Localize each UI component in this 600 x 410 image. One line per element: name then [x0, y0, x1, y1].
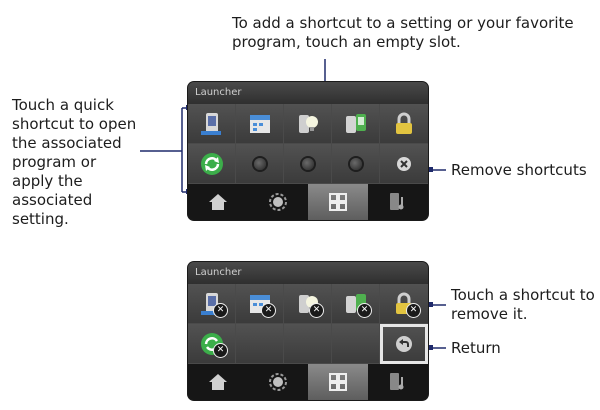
empty-slot-icon	[349, 157, 362, 170]
shortcut-lock[interactable]	[380, 104, 428, 144]
launcher-icon	[329, 373, 347, 391]
remove-badge-icon: ✕	[406, 303, 421, 318]
launcher-title: Launcher	[188, 82, 428, 104]
return-annotation: Return	[451, 339, 501, 357]
remove-badge-icon: ✕	[261, 303, 276, 318]
launcher-icon	[329, 193, 347, 211]
music-icon	[390, 373, 404, 390]
tab-launcher[interactable]	[308, 364, 368, 400]
removable-shortcut-bulb[interactable]: ✕	[284, 284, 332, 324]
remove-badge-icon: ✕	[357, 303, 372, 318]
empty-slot-icon	[253, 157, 266, 170]
bulb-icon	[298, 114, 318, 133]
tab-settings[interactable]	[248, 364, 308, 400]
music-icon	[390, 193, 404, 210]
home-icon	[209, 194, 227, 210]
shortcut-calendar[interactable]	[236, 104, 284, 144]
shortcut-sync[interactable]	[188, 144, 236, 184]
tab-music[interactable]	[368, 184, 428, 220]
tab-music[interactable]	[368, 364, 428, 400]
removable-shortcut-phone[interactable]: ✕	[188, 284, 236, 324]
launcher-title: Launcher	[188, 262, 428, 284]
touch-remove-annotation: Touch a shortcut to remove it.	[451, 286, 595, 323]
removable-shortcut-calendar[interactable]: ✕	[236, 284, 284, 324]
removable-shortcut-connection[interactable]: ✕	[332, 284, 380, 324]
lock-icon	[396, 112, 412, 134]
shortcut-phone[interactable]	[188, 104, 236, 144]
remove-badge-icon: ✕	[309, 303, 324, 318]
remove-shortcuts-annotation: Remove shortcuts	[451, 161, 587, 179]
settings-icon	[269, 193, 287, 211]
phone-icon	[200, 112, 221, 135]
empty-slot[interactable]	[236, 144, 284, 184]
remove-shortcuts-button[interactable]	[380, 144, 428, 184]
removable-shortcut-lock[interactable]: ✕	[380, 284, 428, 324]
remove-badge-icon: ✕	[213, 303, 228, 318]
blank-slot	[284, 324, 332, 364]
shortcut-bulb[interactable]	[284, 104, 332, 144]
empty-slot[interactable]	[332, 144, 380, 184]
shortcut-connection[interactable]	[332, 104, 380, 144]
settings-icon	[269, 373, 287, 391]
empty-slot[interactable]	[284, 144, 332, 184]
blank-slot	[236, 324, 284, 364]
blank-slot	[332, 324, 380, 364]
add-shortcut-annotation: To add a shortcut to a setting or your f…	[232, 14, 574, 51]
return-icon	[396, 335, 412, 352]
quick-shortcut-annotation: Touch a quick shortcut to open the assoc…	[12, 96, 137, 228]
sync-icon	[200, 152, 223, 175]
launcher-panel-bottom: Launcher ✕ ✕ ✕ ✕ ✕ ✕	[188, 262, 428, 400]
return-button[interactable]	[380, 324, 428, 364]
home-icon	[209, 374, 227, 390]
remove-shortcuts-icon	[397, 156, 411, 171]
remove-badge-icon: ✕	[213, 343, 228, 358]
launcher-panel-top: Launcher	[188, 82, 428, 220]
connection-icon	[345, 113, 366, 133]
calendar-icon	[249, 114, 270, 133]
tab-settings[interactable]	[248, 184, 308, 220]
tab-home[interactable]	[188, 364, 248, 400]
removable-shortcut-sync[interactable]: ✕	[188, 324, 236, 364]
tab-launcher[interactable]	[308, 184, 368, 220]
empty-slot-icon	[301, 157, 314, 170]
tab-home[interactable]	[188, 184, 248, 220]
